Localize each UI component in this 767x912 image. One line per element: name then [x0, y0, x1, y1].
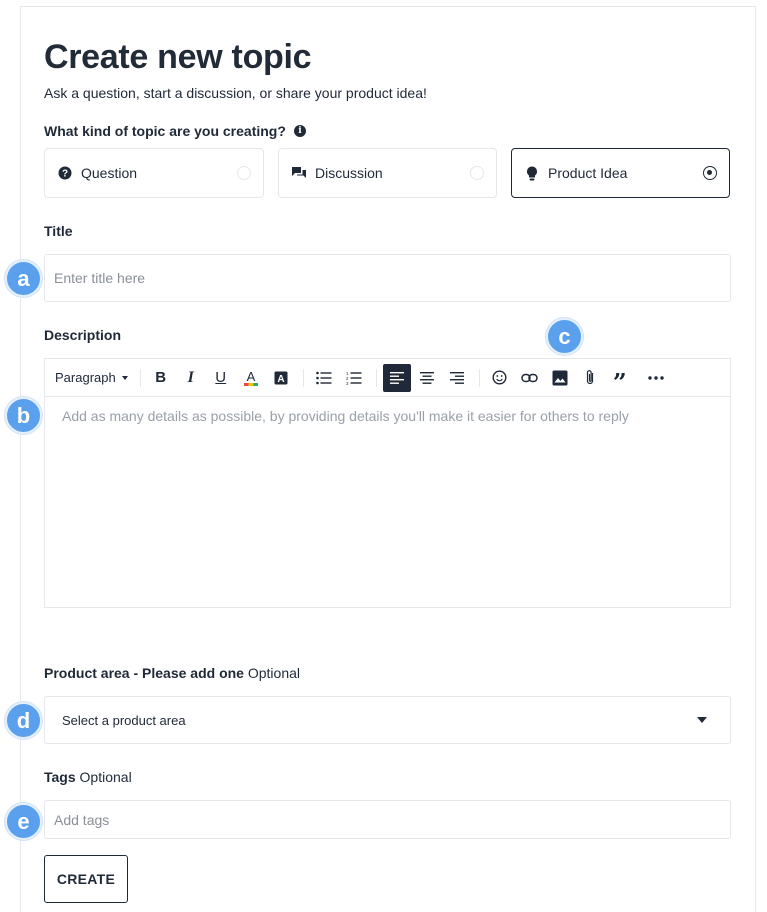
chevron-down-icon	[121, 375, 128, 380]
create-button[interactable]: CREATE	[44, 855, 128, 903]
marker-e: e	[5, 803, 42, 840]
toolbar-divider	[139, 368, 141, 387]
toolbar-divider	[302, 368, 304, 387]
tags-label: Tags Optional	[44, 769, 132, 785]
attachment-icon[interactable]	[576, 364, 604, 392]
chat-bubbles-icon	[291, 165, 307, 181]
tags-optional: Optional	[79, 769, 132, 785]
info-icon[interactable]: i	[293, 125, 306, 137]
more-icon[interactable]	[642, 364, 670, 392]
paragraph-select[interactable]: Paragraph	[49, 370, 134, 385]
topic-type-product-idea[interactable]: Product Idea	[511, 148, 730, 198]
link-icon[interactable]	[516, 364, 544, 392]
text-color-icon[interactable]: A	[237, 364, 265, 392]
title-label: Title	[44, 223, 73, 239]
italic-icon[interactable]: I	[177, 364, 205, 392]
dropdown-arrow-icon	[697, 717, 707, 723]
product-area-label-text: Product area - Please add one	[44, 665, 244, 681]
topic-type-question-label: Question	[81, 165, 138, 181]
description-placeholder: Add as many details as possible, by prov…	[62, 408, 629, 424]
page-subtitle: Ask a question, start a discussion, or s…	[44, 85, 427, 101]
topic-type-discussion-label: Discussion	[315, 165, 383, 181]
topic-type-question[interactable]: ? Question	[44, 148, 264, 198]
product-area-select[interactable]: Select a product area	[44, 696, 731, 744]
topic-type-label: What kind of topic are you creating? i	[44, 123, 306, 139]
bold-icon[interactable]: B	[147, 364, 175, 392]
emoji-icon[interactable]	[486, 364, 514, 392]
align-right-icon[interactable]	[443, 364, 471, 392]
description-label: Description	[44, 327, 122, 343]
svg-text:3: 3	[346, 381, 349, 385]
align-center-icon[interactable]	[413, 364, 441, 392]
description-editor: Paragraph B I U A A 123 ” Add as many de…	[44, 358, 731, 608]
paragraph-select-label: Paragraph	[55, 370, 116, 385]
quote-icon[interactable]: ”	[606, 364, 634, 394]
toolbar-divider	[375, 368, 377, 387]
product-area-optional: Optional	[247, 665, 301, 681]
align-left-icon[interactable]	[382, 363, 411, 392]
product-area-placeholder: Select a product area	[62, 712, 186, 728]
description-textarea[interactable]: Add as many details as possible, by prov…	[45, 397, 730, 435]
numbered-list-icon[interactable]: 123	[340, 364, 368, 392]
marker-a: a	[5, 260, 42, 297]
tags-input[interactable]	[44, 800, 731, 839]
lightbulb-icon	[524, 165, 540, 181]
marker-b: b	[5, 397, 42, 434]
title-input[interactable]	[44, 254, 731, 302]
tags-label-text: Tags	[44, 769, 76, 785]
highlight-icon[interactable]: A	[267, 364, 295, 392]
page-title: Create new topic	[44, 38, 312, 76]
marker-d: d	[5, 702, 42, 739]
radio-discussion[interactable]	[470, 166, 484, 180]
product-area-label: Product area - Please add one Optional	[44, 665, 300, 681]
bullet-list-icon[interactable]	[310, 364, 338, 392]
svg-text:?: ?	[62, 169, 68, 180]
topic-type-discussion[interactable]: Discussion	[278, 148, 497, 198]
marker-c: c	[546, 318, 583, 355]
underline-icon[interactable]: U	[207, 364, 235, 392]
svg-text:A: A	[246, 369, 255, 384]
radio-question[interactable]	[237, 166, 251, 180]
editor-toolbar: Paragraph B I U A A 123 ”	[45, 359, 730, 397]
question-circle-icon: ?	[57, 165, 73, 181]
image-icon[interactable]	[546, 364, 574, 392]
toolbar-divider	[478, 368, 480, 387]
topic-type-label-text: What kind of topic are you creating?	[44, 123, 286, 139]
radio-product-idea[interactable]	[703, 166, 717, 180]
svg-text:A: A	[277, 374, 284, 385]
topic-type-product-idea-label: Product Idea	[548, 165, 628, 181]
